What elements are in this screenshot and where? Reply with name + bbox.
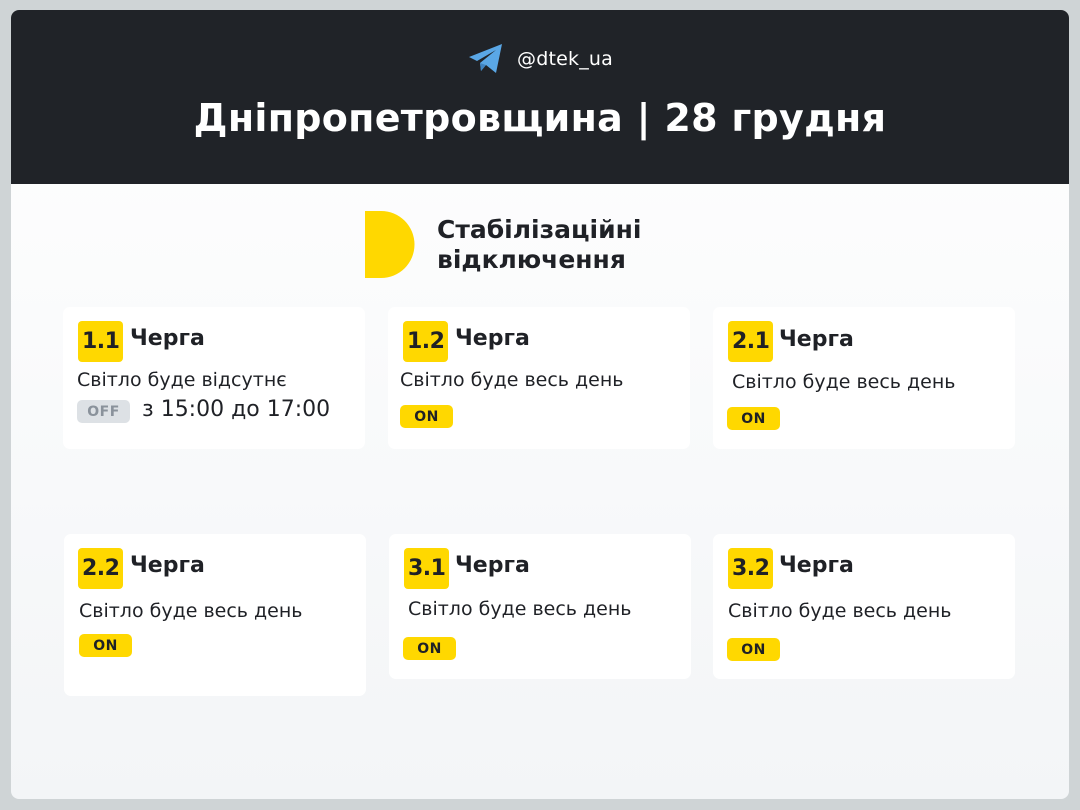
queue-number-badge: 1.2 <box>403 321 449 362</box>
handle-text: @dtek_ua <box>517 48 613 70</box>
outage-time-range: з 15:00 до 17:00 <box>142 397 331 422</box>
header-banner: @dtek_ua Дніпропетровщина | 28 грудня <box>11 10 1069 184</box>
subtitle-line-1: Стабілізаційні <box>437 215 642 244</box>
page-title: Дніпропетровщина | 28 грудня <box>193 96 887 140</box>
queue-status-text: Світло буде весь день <box>408 598 632 620</box>
queue-status-text: Світло буде весь день <box>79 600 303 622</box>
queue-label: Черга <box>130 553 205 578</box>
power-state-badge: ON <box>400 405 453 428</box>
queue-card-3-1: 3.1 Черга Світло буде весь день ON <box>389 534 691 679</box>
power-state-badge: ON <box>727 407 780 430</box>
power-state-badge: ON <box>403 637 456 660</box>
dtek-logo-icon <box>365 211 415 278</box>
queue-number-badge: 2.1 <box>728 321 774 362</box>
queue-number-badge: 3.2 <box>728 548 774 589</box>
queue-card-2-2: 2.2 Черга Світло буде весь день ON <box>64 534 366 696</box>
queue-card-3-2: 3.2 Черга Світло буде весь день ON <box>713 534 1015 679</box>
queue-label: Черга <box>779 553 854 578</box>
subtitle-line-2: відключення <box>437 245 626 274</box>
queue-card-1-2: 1.2 Черга Світло буде весь день ON <box>388 307 690 449</box>
telegram-icon <box>469 44 502 73</box>
queue-number-badge: 2.2 <box>78 548 124 589</box>
queue-label: Черга <box>455 553 530 578</box>
telegram-handle[interactable]: @dtek_ua <box>11 42 1069 76</box>
queue-card-2-1: 2.1 Черга Світло буде весь день ON <box>713 307 1015 449</box>
power-state-badge: ON <box>727 638 780 661</box>
queue-status-text: Світло буде весь день <box>400 369 624 391</box>
queue-label: Черга <box>130 326 205 351</box>
infographic-frame: @dtek_ua Дніпропетровщина | 28 грудня Ст… <box>11 10 1069 799</box>
power-state-badge: OFF <box>77 400 130 423</box>
queue-status-text: Світло буде весь день <box>728 600 952 622</box>
power-state-badge: ON <box>79 634 132 657</box>
queue-card-1-1: 1.1 Черга Світло буде відсутнє OFF з 15:… <box>63 307 365 449</box>
queue-label: Черга <box>455 326 530 351</box>
section-subtitle: Стабілізаційні відключення <box>437 215 641 275</box>
queue-status-text: Світло буде відсутнє <box>77 369 287 391</box>
queue-label: Черга <box>779 327 854 352</box>
queue-number-badge: 1.1 <box>78 321 124 362</box>
queue-number-badge: 3.1 <box>404 548 450 589</box>
queue-status-text: Світло буде весь день <box>732 371 956 393</box>
